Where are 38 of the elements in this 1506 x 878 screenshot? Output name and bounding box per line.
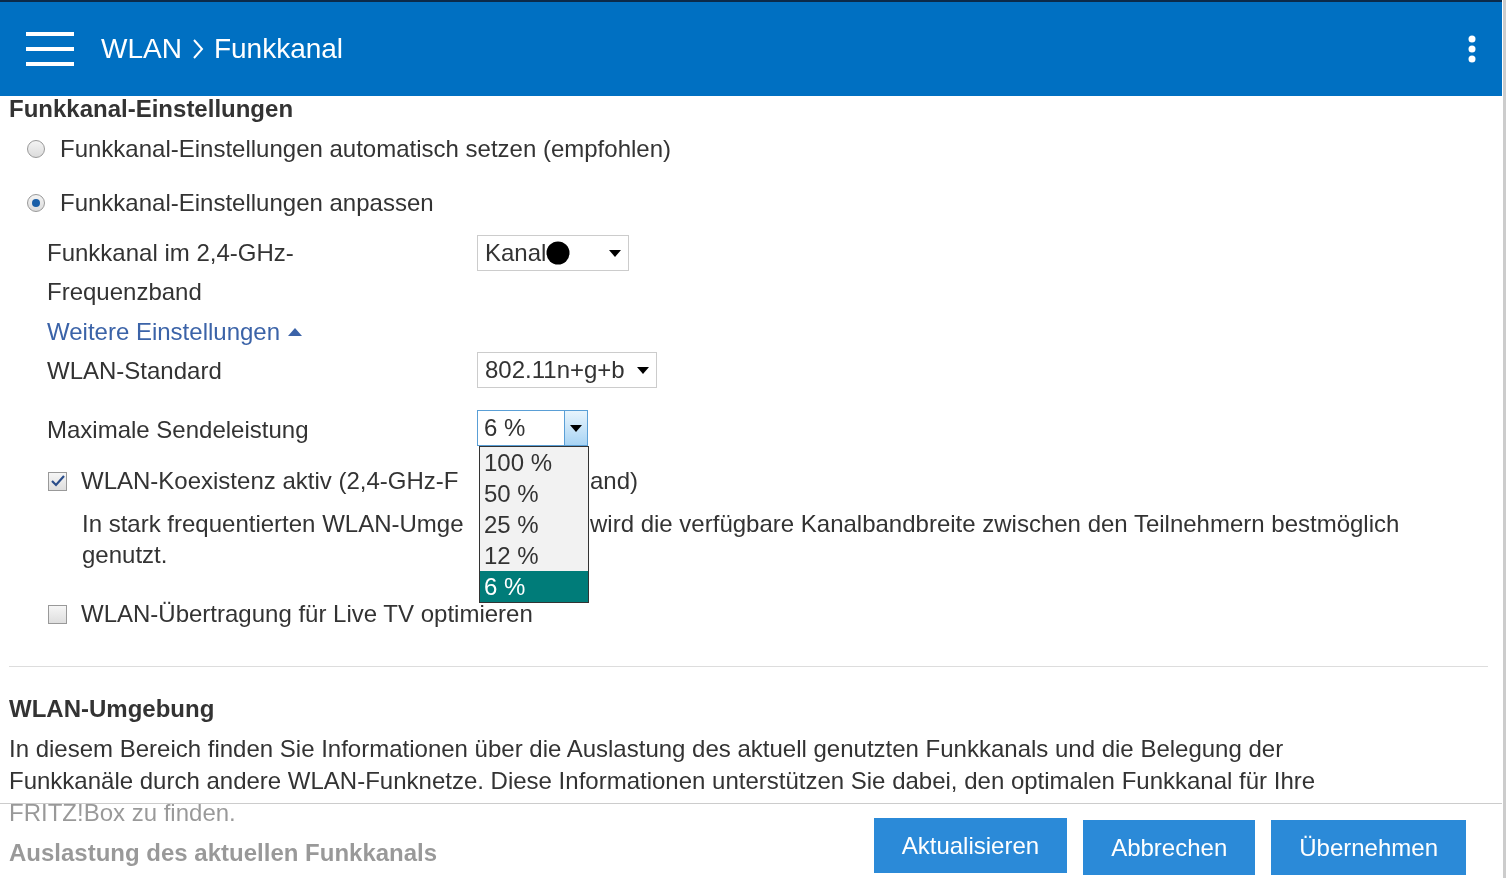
dropdown-option[interactable]: 100 % [480,447,588,478]
more-settings-link[interactable]: Weitere Einstellungen [47,313,303,351]
dropdown-option[interactable]: 6 % [480,571,588,602]
option-description: In stark frequentierten WLAN-Umge [82,510,464,537]
checkbox[interactable] [48,604,67,624]
caret-icon [636,366,649,374]
field-label: Maximale Sendeleistung [47,415,309,445]
dropdown-option[interactable]: 50 % [480,478,588,509]
checkbox-label[interactable]: WLAN-Übertragung für Live TV optimieren [81,600,533,627]
radio-button[interactable] [27,194,45,212]
radio-label[interactable]: Funkkanal-Einstellungen anpassen [60,185,434,221]
section-title: Funkkanal-Einstellungen [9,95,295,123]
dropdown-option[interactable]: 12 % [480,540,588,571]
option-description: wird die verfügbare Kanalbandbreite zwischen den Teilnehmern bestmöglich [590,510,1400,537]
action-button[interactable]: Abbrechen [1083,820,1256,875]
page-title: Funkkanal [213,32,344,66]
chevron-right-icon [191,38,204,60]
channel-select[interactable]: Kanal [477,235,629,271]
radio-label[interactable]: Funkkanal-Einstellungen automatisch setzen (empfohlen) [60,131,671,167]
section-title: WLAN-Umgebung [9,695,216,723]
standard-select[interactable]: 802.11n+g+b [477,352,657,388]
power-select[interactable]: 6 % [477,410,588,446]
dropdown-option[interactable]: 25 % [480,509,588,540]
caret-icon [570,424,582,432]
more-icon[interactable] [1468,35,1476,63]
caret-icon [609,249,621,257]
action-button[interactable]: Übernehmen [1271,820,1466,875]
checkbox-label[interactable]: WLAN-Koexistenz aktiv (2,4-GHz-F [81,467,459,494]
field-label: Funkkanal im 2,4-GHz-Frequenzband [47,238,295,307]
action-button[interactable]: Aktualisieren [873,818,1068,873]
field-label: WLAN-Standard [47,356,222,386]
option-description: genutzt. [82,541,168,568]
checkbox-label[interactable]: and) [590,467,639,494]
subsection-title: Auslastung des aktuellen Funkkanals [9,839,438,867]
breadcrumb-item[interactable]: WLAN [101,28,182,70]
radio-button[interactable] [27,140,45,158]
checkbox[interactable] [48,471,67,491]
menu-icon[interactable] [26,32,74,66]
